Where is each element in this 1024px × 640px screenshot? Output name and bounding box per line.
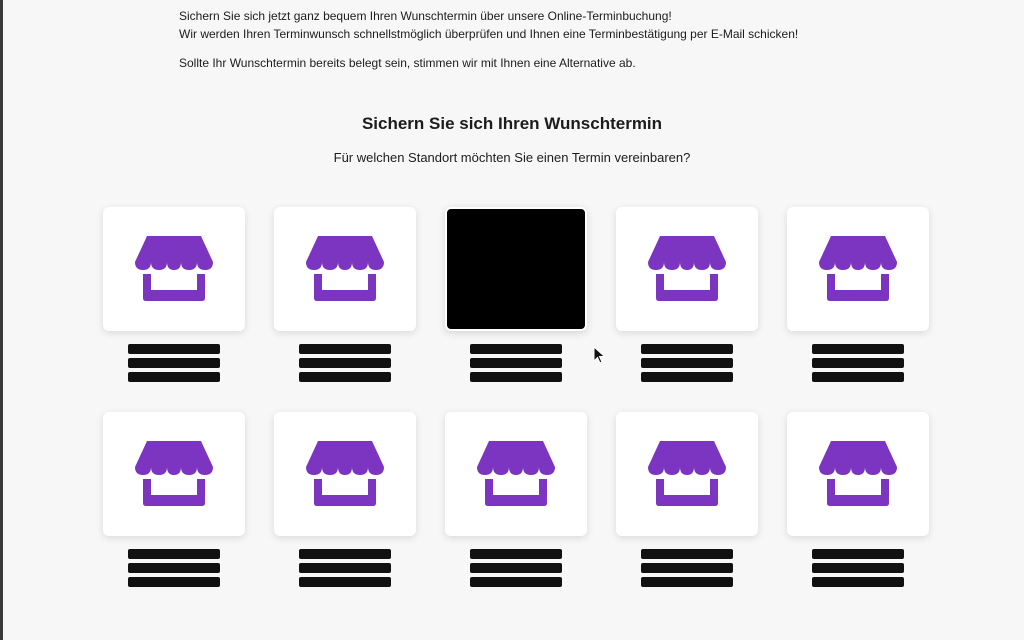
redacted-text-bar [470, 549, 562, 559]
location-option[interactable] [103, 207, 245, 382]
location-option[interactable] [274, 412, 416, 587]
intro-text: Sichern Sie sich jetzt ganz bequem Ihren… [179, 7, 798, 72]
redacted-text-bar [299, 358, 391, 368]
redacted-text-bar [812, 549, 904, 559]
location-card[interactable] [274, 207, 416, 331]
redacted-text-bar [299, 563, 391, 573]
redacted-text-bar [299, 577, 391, 587]
location-row [103, 207, 929, 382]
window-edge [0, 0, 3, 640]
location-card[interactable] [616, 412, 758, 536]
location-label-redacted [812, 549, 904, 587]
store-icon [477, 441, 555, 506]
location-option[interactable] [103, 412, 245, 587]
redacted-text-bar [812, 372, 904, 382]
location-row [103, 412, 929, 587]
location-label-redacted [299, 549, 391, 587]
redacted-text-bar [470, 372, 562, 382]
location-card[interactable] [103, 207, 245, 331]
redacted-text-bar [641, 358, 733, 368]
intro-line-2: Wir werden Ihren Terminwunsch schnellstm… [179, 27, 799, 41]
location-option[interactable] [616, 412, 758, 587]
store-icon [135, 236, 213, 301]
page-title: Sichern Sie sich Ihren Wunschtermin [361, 114, 663, 133]
location-question: Für welchen Standort möchten Sie einen T… [333, 150, 691, 165]
store-icon [819, 441, 897, 506]
store-icon [648, 441, 726, 506]
redacted-text-bar [470, 344, 562, 354]
redacted-text-bar [812, 563, 904, 573]
redacted-text-bar [812, 358, 904, 368]
store-icon [306, 441, 384, 506]
redacted-text-bar [128, 344, 220, 354]
location-grid [103, 207, 929, 587]
redacted-text-bar [128, 358, 220, 368]
location-card[interactable] [787, 412, 929, 536]
location-card[interactable] [274, 412, 416, 536]
redacted-text-bar [299, 344, 391, 354]
location-label-redacted [641, 549, 733, 587]
redacted-text-bar [128, 372, 220, 382]
store-icon [648, 236, 726, 301]
intro-line-3: Sollte Ihr Wunschtermin bereits belegt s… [179, 56, 636, 70]
page: Sichern Sie sich jetzt ganz bequem Ihren… [0, 0, 1024, 640]
location-card[interactable] [616, 207, 758, 331]
location-card[interactable] [445, 412, 587, 536]
store-icon [819, 236, 897, 301]
redacted-text-bar [641, 563, 733, 573]
redacted-text-bar [128, 577, 220, 587]
redacted-text-bar [128, 549, 220, 559]
redacted-text-bar [641, 372, 733, 382]
location-option[interactable] [787, 412, 929, 587]
location-card-redacted[interactable] [445, 207, 587, 331]
redacted-text-bar [470, 563, 562, 573]
location-option[interactable] [445, 207, 587, 382]
location-card[interactable] [787, 207, 929, 331]
location-label-redacted [812, 344, 904, 382]
store-icon [135, 441, 213, 506]
location-option[interactable] [787, 207, 929, 382]
intro-line-1: Sichern Sie sich jetzt ganz bequem Ihren… [179, 9, 672, 23]
location-label-redacted [641, 344, 733, 382]
redacted-text-bar [299, 372, 391, 382]
location-option[interactable] [274, 207, 416, 382]
location-label-redacted [470, 344, 562, 382]
location-label-redacted [128, 344, 220, 382]
redacted-text-bar [128, 563, 220, 573]
store-icon [306, 236, 384, 301]
location-option[interactable] [616, 207, 758, 382]
redacted-text-bar [812, 344, 904, 354]
redacted-text-bar [641, 549, 733, 559]
location-label-redacted [470, 549, 562, 587]
redacted-text-bar [299, 549, 391, 559]
location-label-redacted [299, 344, 391, 382]
redacted-text-bar [641, 344, 733, 354]
redacted-text-bar [812, 577, 904, 587]
mouse-cursor-icon [593, 346, 606, 364]
redacted-text-bar [470, 577, 562, 587]
redacted-text-bar [470, 358, 562, 368]
location-card[interactable] [103, 412, 245, 536]
location-option[interactable] [445, 412, 587, 587]
redacted-text-bar [641, 577, 733, 587]
location-label-redacted [128, 549, 220, 587]
